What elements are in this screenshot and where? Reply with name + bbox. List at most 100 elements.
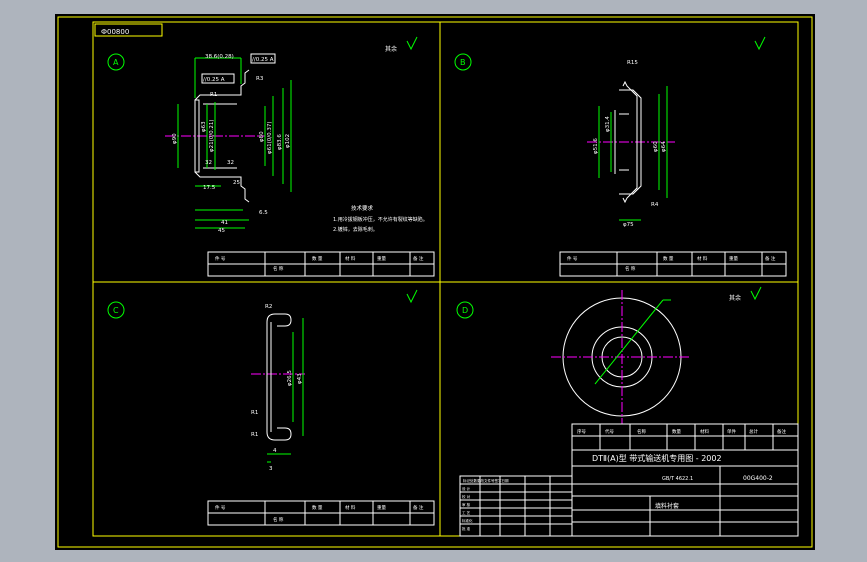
dim-label: 32 <box>205 160 212 166</box>
svg-text:备 注: 备 注 <box>765 255 776 262</box>
svg-text:件 号: 件 号 <box>215 255 226 262</box>
dim-label: 4 <box>273 448 277 454</box>
dim-label: R1 <box>251 432 258 438</box>
dim-label: 25 <box>233 180 240 186</box>
svg-text:2.镀锌，去除毛刺。: 2.镀锌，去除毛刺。 <box>333 226 378 233</box>
dim-label: φ75 <box>623 222 634 228</box>
drawing-sheet: Ф00800 A B C D 其余 其余 38.6(0.28) //0.25 A… <box>57 16 813 548</box>
dim-label: R15 <box>627 60 638 66</box>
dim-label: 17.5 <box>203 185 216 191</box>
svg-text:件 号: 件 号 <box>567 255 578 262</box>
viewport-left-margin <box>0 0 40 562</box>
revision-block: 标记处数更改文件号签字日期 设 计 校 对 审 核 工 艺 标准化 批 准 <box>459 475 573 537</box>
roughness-note-a: 其余 <box>385 45 397 53</box>
dim-label: φ43 <box>297 373 303 384</box>
parts-table-b: 件 号 名 称 数 量 材 料 重量 备 注 <box>559 251 787 277</box>
dim-label: φ60 <box>653 141 659 152</box>
svg-text:名称: 名称 <box>637 428 646 435</box>
dim-label: 38.6(0.28) <box>205 54 234 60</box>
parts-table-a: 件 号 名 称 数 量 材 料 重量 备 注 <box>207 251 435 277</box>
dim-label: φ21(0/0.21) <box>209 119 215 152</box>
svg-text:校 对: 校 对 <box>462 494 471 499</box>
svg-text:工 艺: 工 艺 <box>462 510 471 515</box>
svg-text:批 准: 批 准 <box>462 526 471 531</box>
dim-label: φ102 <box>285 134 291 148</box>
title-block: 序号 代号 名称 数量 材料 单件 总计 备注 DTⅡ(A)型 带式输送机专用图… <box>571 423 799 537</box>
dim-label: R4 <box>651 202 659 208</box>
svg-text:D: D <box>462 306 468 315</box>
svg-text:名 称: 名 称 <box>625 265 636 272</box>
svg-text:数 量: 数 量 <box>663 255 674 262</box>
svg-text:代号: 代号 <box>605 428 614 435</box>
svg-text:标记处数更改文件号签字日期: 标记处数更改文件号签字日期 <box>463 478 509 483</box>
svg-text:备注: 备注 <box>777 428 786 435</box>
svg-text:名 称: 名 称 <box>273 265 284 272</box>
dim-label: R3 <box>256 76 264 82</box>
dim-label: φ90 <box>172 133 178 144</box>
view-c-section: R2 φ26.5 φ43 R1 R1 4 3 <box>251 304 305 472</box>
dim-label: 6.5 <box>259 210 268 216</box>
view-label-b: B <box>454 53 472 71</box>
svg-text:材 料: 材 料 <box>697 255 708 262</box>
cad-window: Ф00800 A B C D 其余 其余 38.6(0.28) //0.25 A… <box>0 0 867 562</box>
svg-text:审 核: 审 核 <box>462 502 471 507</box>
roughness-icon <box>406 289 418 304</box>
dim-label: φ64 <box>661 141 667 152</box>
dim-label: 32 <box>227 160 234 166</box>
dim-label: φ80 <box>259 131 265 142</box>
svg-text:备 注: 备 注 <box>413 255 424 262</box>
parts-table-c: 件 号 名 称 数 量 材 料 重量 备 注 <box>207 500 435 526</box>
svg-text:材 料: 材 料 <box>345 504 356 511</box>
view-label-a: A <box>107 53 125 71</box>
sheet-tag: Ф00800 <box>101 28 129 36</box>
roughness-icon <box>754 36 766 51</box>
drawing-series-title: DTⅡ(A)型 带式输送机专用图 - 2002 <box>592 453 722 463</box>
svg-text:重量: 重量 <box>377 255 386 262</box>
svg-text:数 量: 数 量 <box>312 504 323 511</box>
geometric-tolerance: //0.25 A <box>203 77 225 83</box>
dim-label: φ31.4 <box>605 116 611 132</box>
view-b-section: R15 φ51.6 φ31.4 φ60 φ64 R4 φ75 <box>587 60 675 228</box>
drawing-number: 00G400-2 <box>743 475 773 482</box>
view-label-c: C <box>107 301 125 319</box>
view-d-section <box>551 290 691 424</box>
view-a-section: 38.6(0.28) //0.25 A //0.25 A R3 R1 φ90 φ… <box>165 53 292 234</box>
svg-text:标准化: 标准化 <box>462 518 473 523</box>
svg-text:技术要求: 技术要求 <box>351 204 374 212</box>
svg-text:B: B <box>460 58 466 67</box>
svg-text:序号: 序号 <box>577 428 586 435</box>
svg-text:单件: 单件 <box>727 428 736 435</box>
dim-label: R1 <box>210 92 217 98</box>
dim-label: 41 <box>221 220 228 226</box>
dim-label: φ83.6 <box>277 134 283 150</box>
svg-text:设 计: 设 计 <box>462 486 471 491</box>
roughness-icon <box>750 286 762 301</box>
svg-text:备 注: 备 注 <box>413 504 424 511</box>
svg-text:数量: 数量 <box>672 428 681 435</box>
svg-text:A: A <box>113 58 119 67</box>
dim-label: φ26.5 <box>287 370 293 386</box>
geometric-tolerance: //0.25 A <box>252 57 274 63</box>
dim-label: R1 <box>251 410 258 416</box>
svg-text:材 料: 材 料 <box>345 255 356 262</box>
dim-label: φ51.6 <box>593 138 599 154</box>
svg-text:重量: 重量 <box>377 504 386 511</box>
dim-label: φ61(0/0.37) <box>267 121 273 154</box>
dim-label: R2 <box>265 304 272 310</box>
technical-notes: 技术要求 1.用冷拔钢板冲压，不允许有裂纹等缺陷。 2.镀锌，去除毛刺。 <box>333 204 428 233</box>
svg-text:1.用冷拔钢板冲压，不允许有裂纹等缺陷。: 1.用冷拔钢板冲压，不允许有裂纹等缺陷。 <box>333 216 428 223</box>
view-label-d: D <box>456 301 474 319</box>
svg-text:重量: 重量 <box>729 255 738 262</box>
roughness-icon <box>406 36 418 51</box>
dim-label: 45 <box>218 228 225 234</box>
svg-text:总计: 总计 <box>749 428 758 435</box>
standard-number: GB/T 4622.1 <box>662 476 693 482</box>
svg-text:数 量: 数 量 <box>312 255 323 262</box>
svg-text:材料: 材料 <box>700 428 709 435</box>
svg-text:件 号: 件 号 <box>215 504 226 511</box>
dim-label: 3 <box>269 466 273 472</box>
drawing-canvas[interactable]: Ф00800 A B C D 其余 其余 38.6(0.28) //0.25 A… <box>55 14 815 550</box>
viewport-top-bar <box>0 0 867 14</box>
dim-label: φ63 <box>201 121 207 132</box>
roughness-note-d: 其余 <box>729 294 741 302</box>
